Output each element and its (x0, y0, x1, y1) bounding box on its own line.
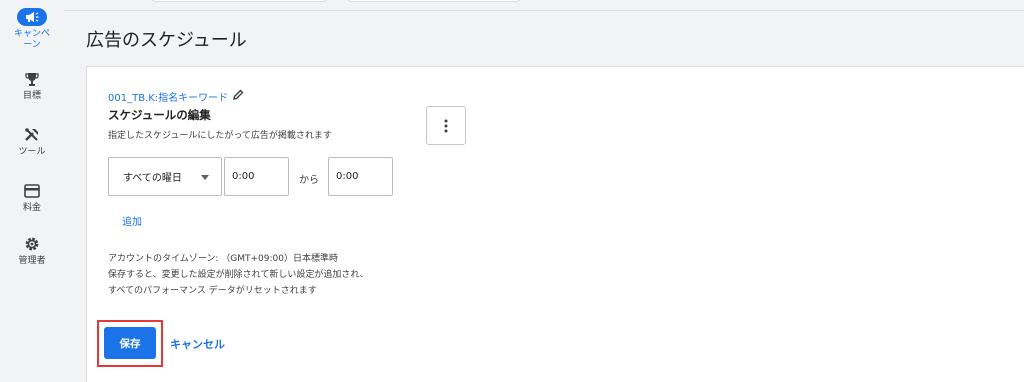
nav-item-admin[interactable]: 管理者 (0, 235, 64, 267)
chevron-down-icon (201, 175, 209, 180)
more-vert-icon (444, 119, 448, 132)
campaign-name-link[interactable]: 001_TB.K:指名キーワード (108, 89, 244, 104)
tools-icon (22, 126, 42, 144)
nav-item-tools[interactable]: ツール (0, 126, 64, 158)
nav-rail: キャンペーン 目標 ツール 料金 管理者 (0, 0, 64, 382)
warning-line-2: すべてのパフォーマンス データがリセットされます (108, 286, 317, 296)
more-options-button[interactable] (426, 106, 466, 145)
end-time-input[interactable]: 0:00 (328, 157, 393, 196)
pencil-icon[interactable] (232, 89, 244, 104)
credit-card-icon (22, 182, 42, 200)
add-schedule-link[interactable]: 追加 (122, 213, 142, 228)
page-title: 広告のスケジュール (86, 30, 247, 51)
nav-item-goals[interactable]: 目標 (0, 70, 64, 102)
nav-label-tools: ツール (18, 147, 46, 157)
nav-label-admin: 管理者 (18, 256, 46, 266)
timezone-note: アカウントのタイムゾーン: （GMT+09:00）日本標準時 (108, 254, 338, 264)
day-select-value: すべての曜日 (123, 173, 182, 184)
from-label: から (299, 175, 319, 186)
header-divider (64, 10, 1024, 11)
nav-item-campaigns[interactable]: キャンペーン (0, 8, 64, 51)
section-title: スケジュールの編集 (108, 108, 211, 122)
save-button[interactable]: 保存 (104, 327, 156, 359)
nav-item-billing[interactable]: 料金 (0, 182, 64, 214)
top-filter-stub-1[interactable] (150, 0, 328, 2)
nav-label-billing: 料金 (22, 203, 41, 213)
campaign-name: 001_TB.K:指名キーワード (108, 93, 229, 104)
timezone-note-block: アカウントのタイムゾーン: （GMT+09:00）日本標準時 保存すると、変更し… (108, 251, 368, 299)
gear-icon (22, 235, 42, 253)
top-filter-stub-2[interactable] (346, 0, 522, 2)
day-of-week-select[interactable]: すべての曜日 (108, 157, 222, 196)
schedule-card: 001_TB.K:指名キーワード スケジュールの編集 指定したスケジュールにした… (86, 66, 1024, 382)
cancel-button[interactable]: キャンセル (170, 336, 225, 352)
megaphone-icon (17, 8, 47, 26)
start-time-input[interactable]: 0:00 (224, 157, 289, 196)
nav-label-campaigns: キャンペーン (13, 29, 50, 50)
trophy-icon (22, 70, 42, 88)
warning-line-1: 保存すると、変更した設定が削除されて新しい設定が追加され、 (108, 270, 369, 280)
section-description: 指定したスケジュールにしたがって広告が掲載されます (108, 131, 332, 141)
nav-label-goals: 目標 (22, 91, 41, 101)
